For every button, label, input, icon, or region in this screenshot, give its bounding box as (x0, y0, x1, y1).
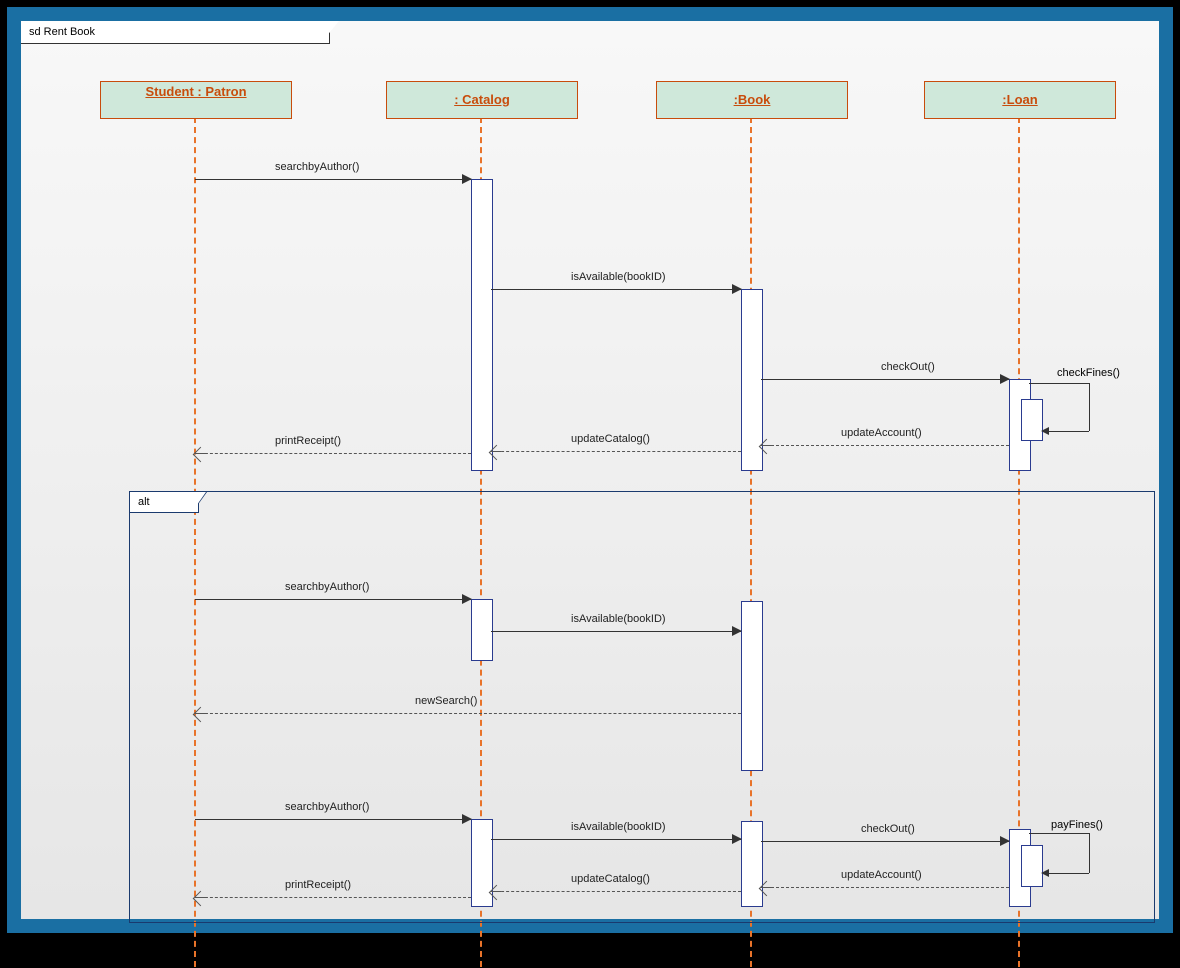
sequence-diagram-frame: sd Rent Book Student : Patron : Catalog … (7, 7, 1173, 933)
msg-label: printReceipt() (275, 435, 341, 447)
activation-catalog-1 (471, 179, 493, 471)
alt-fragment: alt (129, 491, 1155, 923)
msg-label: printReceipt() (285, 879, 351, 891)
lifeline-label: Student : Patron (145, 84, 246, 99)
activation-loan-self-1 (1021, 399, 1043, 441)
msg-label: isAvailable(bookID) (571, 271, 666, 283)
frame-title: sd Rent Book (29, 26, 95, 38)
msg-label: updateCatalog() (571, 433, 650, 445)
msg-label: newSearch() (415, 695, 477, 707)
frame-title-tab: sd Rent Book (21, 21, 330, 44)
msg-updateCatalog-1: updateCatalog() (491, 451, 741, 452)
alt-label: alt (138, 496, 150, 508)
msg-isAvailable-3: isAvailable(bookID) (491, 839, 741, 840)
msg-label: checkOut() (881, 361, 935, 373)
lifeline-head-catalog: : Catalog (386, 81, 578, 119)
msg-checkOut-1: checkOut() (761, 379, 1009, 380)
msg-label: updateAccount() (841, 427, 922, 439)
msg-label: searchbyAuthor() (285, 581, 369, 593)
msg-searchbyAuthor-1: searchbyAuthor() (195, 179, 471, 180)
msg-label: isAvailable(bookID) (571, 821, 666, 833)
msg-printReceipt-2: printReceipt() (195, 897, 471, 898)
lifeline-label: : Catalog (454, 92, 510, 107)
lifeline-label: :Loan (1002, 92, 1037, 107)
msg-updateAccount-1: updateAccount() (761, 445, 1009, 446)
lifeline-head-loan: :Loan (924, 81, 1116, 119)
msg-newSearch: newSearch() (195, 713, 741, 714)
lifeline-head-book: :Book (656, 81, 848, 119)
msg-label: searchbyAuthor() (275, 161, 359, 173)
msg-updateCatalog-2: updateCatalog() (491, 891, 741, 892)
alt-tab: alt (130, 492, 199, 513)
msg-label: checkFines() (1057, 367, 1120, 379)
msg-searchbyAuthor-3: searchbyAuthor() (195, 819, 471, 820)
lifeline-label: :Book (734, 92, 771, 107)
msg-checkOut-2: checkOut() (761, 841, 1009, 842)
msg-printReceipt-1: printReceipt() (195, 453, 471, 454)
msg-updateAccount-2: updateAccount() (761, 887, 1009, 888)
msg-label: isAvailable(bookID) (571, 613, 666, 625)
msg-label: updateCatalog() (571, 873, 650, 885)
msg-label: searchbyAuthor() (285, 801, 369, 813)
msg-label: updateAccount() (841, 869, 922, 881)
msg-isAvailable-2: isAvailable(bookID) (491, 631, 741, 632)
lifeline-head-patron: Student : Patron (100, 81, 292, 119)
msg-label: checkOut() (861, 823, 915, 835)
msg-isAvailable-1: isAvailable(bookID) (491, 289, 741, 290)
msg-searchbyAuthor-2: searchbyAuthor() (195, 599, 471, 600)
msg-label: payFines() (1051, 819, 1103, 831)
